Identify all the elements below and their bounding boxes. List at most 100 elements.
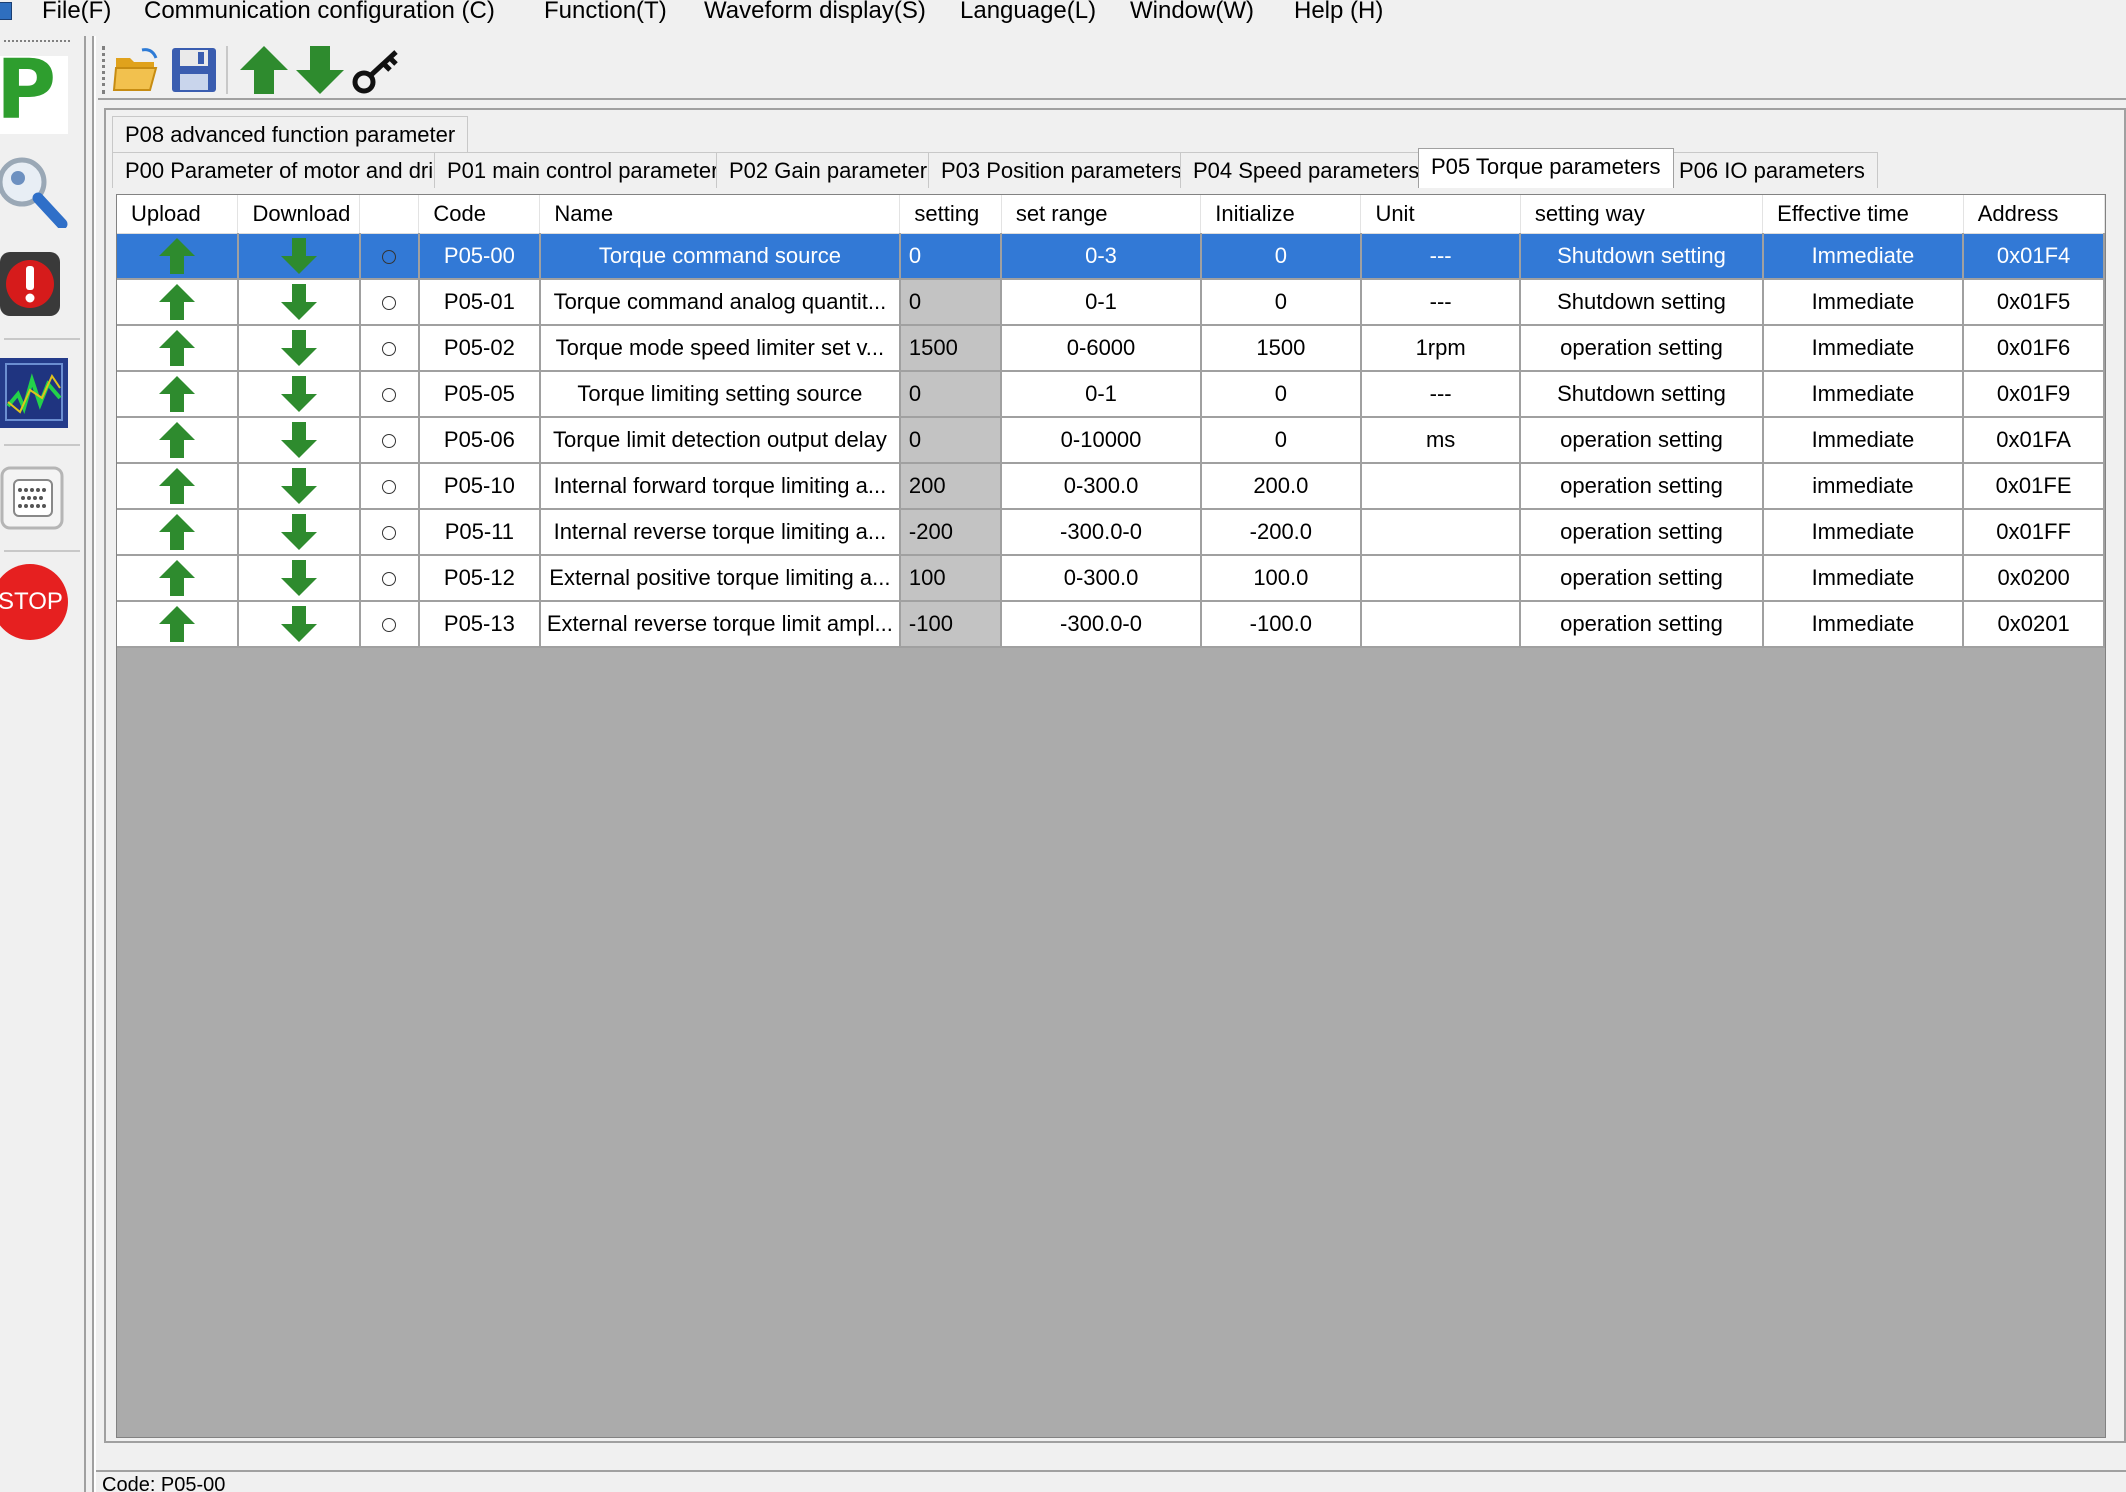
table-row[interactable]: P05-06 Torque limit detection output dela… xyxy=(117,417,2105,464)
row-radio[interactable] xyxy=(359,371,420,418)
upload-all-button[interactable] xyxy=(238,44,290,96)
cell-effective-time: immediate xyxy=(1762,463,1965,510)
menu-communication-configuration[interactable]: Communication configuration (C) xyxy=(144,0,495,26)
cell-setting[interactable]: 200 xyxy=(899,463,1003,510)
cell-setting[interactable]: 100 xyxy=(899,555,1003,602)
menu-waveform-display[interactable]: Waveform display(S) xyxy=(704,0,926,26)
table-row[interactable]: P05-00 Torque command source 0 0-3 0 --- Shutd… xyxy=(117,233,2105,280)
menu-language[interactable]: Language(L) xyxy=(960,0,1096,26)
waveform-button[interactable] xyxy=(0,354,70,434)
menu-help[interactable]: Help (H) xyxy=(1294,0,1383,26)
cell-setting[interactable]: -200 xyxy=(899,509,1003,556)
header-upload[interactable]: Upload xyxy=(117,195,239,234)
cell-setting-way: operation setting xyxy=(1520,325,1764,372)
header-name[interactable]: Name xyxy=(539,195,901,234)
upload-cell-button[interactable] xyxy=(117,509,239,556)
download-cell-button[interactable] xyxy=(237,417,361,464)
tab-p05[interactable]: P05 Torque parameters xyxy=(1418,148,1674,188)
row-radio[interactable] xyxy=(359,509,420,556)
parameter-grid[interactable]: Upload Download Code Name setting set ra… xyxy=(116,194,2106,1438)
download-cell-button[interactable] xyxy=(237,463,361,510)
cell-setting[interactable]: -100 xyxy=(899,601,1003,648)
upload-cell-button[interactable] xyxy=(117,417,239,464)
upload-cell-button[interactable] xyxy=(117,325,239,372)
upload-cell-button[interactable] xyxy=(117,279,239,326)
alarm-icon xyxy=(0,252,60,316)
download-cell-button[interactable] xyxy=(237,325,361,372)
tab-p06[interactable]: P06 IO parameters xyxy=(1666,152,1878,188)
tab-p02[interactable]: P02 Gain parameter xyxy=(716,152,941,188)
upload-cell-button[interactable] xyxy=(117,463,239,510)
row-radio[interactable] xyxy=(359,417,420,464)
header-effective-time[interactable]: Effective time xyxy=(1762,195,1964,234)
cell-set-range: 0-1 xyxy=(1001,279,1202,326)
stop-button[interactable]: STOP xyxy=(0,560,74,644)
tab-p04[interactable]: P04 Speed parameters xyxy=(1180,152,1433,188)
menu-file[interactable]: File(F) xyxy=(42,0,111,26)
arrow-down-icon xyxy=(280,237,317,274)
save-icon xyxy=(172,48,216,92)
monitor-button[interactable] xyxy=(0,148,70,230)
menu-window[interactable]: Window(W) xyxy=(1130,0,1254,26)
header-radio[interactable] xyxy=(359,195,420,234)
tab-p08[interactable]: P08 advanced function parameter xyxy=(112,116,469,152)
connector-icon xyxy=(0,466,64,530)
table-body: P05-00 Torque command source 0 0-3 0 --- Shutd… xyxy=(117,233,2105,648)
table-row[interactable]: P05-13 External reverse torque limit ampl… xyxy=(117,601,2105,648)
cell-initialize: 0 xyxy=(1200,417,1362,464)
row-radio[interactable] xyxy=(359,555,420,602)
row-radio[interactable] xyxy=(359,601,420,648)
download-cell-button[interactable] xyxy=(237,279,361,326)
row-radio[interactable] xyxy=(359,463,420,510)
header-set-range[interactable]: set range xyxy=(1001,195,1202,234)
header-code[interactable]: Code xyxy=(418,195,541,234)
header-initialize[interactable]: Initialize xyxy=(1200,195,1362,234)
download-all-button[interactable] xyxy=(294,44,346,96)
tab-p03[interactable]: P03 Position parameters xyxy=(928,152,1195,188)
table-row[interactable]: P05-05 Torque limiting setting source 0 0-1… xyxy=(117,371,2105,418)
cell-name: Torque limiting setting source xyxy=(539,371,901,418)
table-row[interactable]: P05-01 Torque command analog quantit... 0 0… xyxy=(117,279,2105,326)
header-download[interactable]: Download xyxy=(237,195,361,234)
cell-setting[interactable]: 0 xyxy=(899,371,1003,418)
download-cell-button[interactable] xyxy=(237,509,361,556)
download-cell-button[interactable] xyxy=(237,233,361,280)
upload-cell-button[interactable] xyxy=(117,601,239,648)
table-row[interactable]: P05-10 Internal forward torque limiting a… xyxy=(117,463,2105,510)
header-setting-way[interactable]: setting way xyxy=(1520,195,1764,234)
app-icon xyxy=(0,2,12,20)
open-button[interactable] xyxy=(112,44,164,96)
toolbar-grip xyxy=(102,46,105,94)
cell-setting[interactable]: 0 xyxy=(899,279,1003,326)
radio-circle-icon xyxy=(382,296,397,311)
upload-cell-button[interactable] xyxy=(117,371,239,418)
table-row[interactable]: P05-11 Internal reverse torque limiting a… xyxy=(117,509,2105,556)
cell-address: 0x01F4 xyxy=(1963,233,2105,280)
key-button[interactable] xyxy=(350,44,402,96)
cell-setting[interactable]: 0 xyxy=(899,233,1003,280)
tab-p01[interactable]: P01 main control parameter xyxy=(434,152,732,188)
header-unit[interactable]: Unit xyxy=(1360,195,1521,234)
menu-function[interactable]: Function(T) xyxy=(544,0,667,26)
table-row[interactable]: P05-02 Torque mode speed limiter set v...… xyxy=(117,325,2105,372)
header-setting[interactable]: setting xyxy=(899,195,1002,234)
cell-setting[interactable]: 0 xyxy=(899,417,1003,464)
save-button[interactable] xyxy=(168,44,220,96)
upload-cell-button[interactable] xyxy=(117,555,239,602)
download-cell-button[interactable] xyxy=(237,601,361,648)
table-row[interactable]: P05-12 External positive torque limiting … xyxy=(117,555,2105,602)
stop-label: STOP xyxy=(0,588,63,615)
download-cell-button[interactable] xyxy=(237,371,361,418)
tab-p00[interactable]: P00 Parameter of motor and dri xyxy=(112,152,447,188)
cell-setting[interactable]: 1500 xyxy=(899,325,1003,372)
row-radio[interactable] xyxy=(359,279,420,326)
parameter-button[interactable]: P xyxy=(0,50,70,136)
cell-name: External positive torque limiting a... xyxy=(539,555,901,602)
header-address[interactable]: Address xyxy=(1963,195,2105,234)
alarm-button[interactable] xyxy=(0,248,70,328)
row-radio[interactable] xyxy=(359,325,420,372)
download-cell-button[interactable] xyxy=(237,555,361,602)
upload-cell-button[interactable] xyxy=(117,233,239,280)
io-button[interactable] xyxy=(0,460,70,540)
row-radio[interactable] xyxy=(359,233,420,280)
